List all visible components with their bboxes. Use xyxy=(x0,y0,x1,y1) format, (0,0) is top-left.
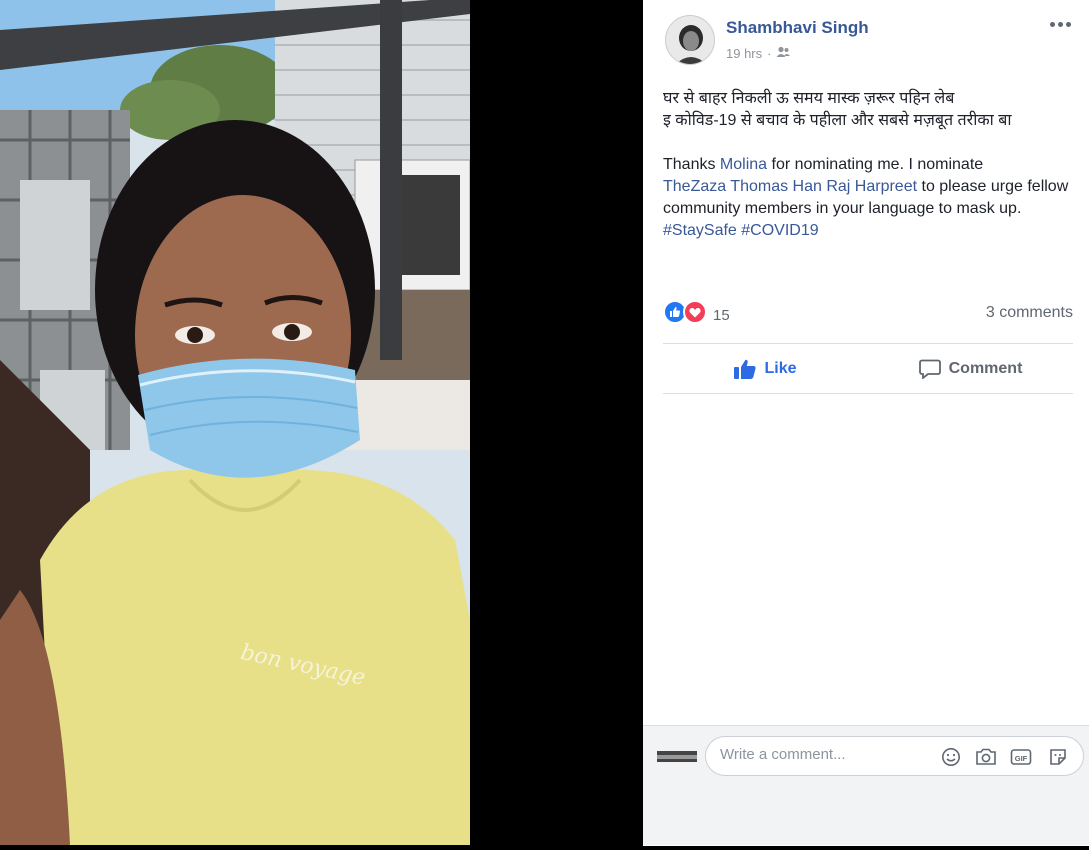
reaction-bar: 15 3 comments xyxy=(663,298,1073,328)
comment-box: GIF xyxy=(705,736,1084,776)
reaction-count[interactable]: 15 xyxy=(713,307,730,324)
author-name[interactable]: Shambhavi Singh xyxy=(726,18,869,38)
divider xyxy=(663,343,1073,344)
more-options-icon[interactable] xyxy=(1045,14,1075,34)
comments-count[interactable]: 3 comments xyxy=(986,304,1073,322)
friends-icon[interactable] xyxy=(776,46,791,61)
hashtag-covid19[interactable]: #COVID19 xyxy=(741,222,818,239)
like-button[interactable]: Like xyxy=(663,345,868,393)
mention-nominator[interactable]: Molina xyxy=(720,156,767,173)
post-panel: Shambhavi Singh 19 hrs · घर से बाहर निकल… xyxy=(643,0,1089,846)
post-text-paragraph: Thanks Molina for nominating me. I nomin… xyxy=(663,154,1073,242)
camera-icon[interactable] xyxy=(974,745,998,769)
post-text-line-1: घर से बाहर निकली ऊ समय मास्क ज़रूर पहिन … xyxy=(663,90,955,107)
post-photo[interactable]: bon voyage xyxy=(0,0,470,845)
svg-text:GIF: GIF xyxy=(1015,754,1028,763)
author-avatar[interactable] xyxy=(665,15,715,65)
emoji-icon[interactable] xyxy=(939,745,963,769)
comment-input[interactable] xyxy=(720,746,920,763)
action-bar: Like Comment xyxy=(663,345,1073,393)
gif-icon[interactable]: GIF xyxy=(1009,745,1033,769)
comment-composer: GIF xyxy=(643,725,1089,845)
like-label: Like xyxy=(764,360,797,377)
divider xyxy=(663,393,1073,394)
comment-bubble-icon xyxy=(918,359,941,379)
comment-label: Comment xyxy=(948,360,1023,377)
post-text-line-2: इ कोविड-19 से बचाव के पहीला और सबसे मज़ब… xyxy=(663,112,1012,129)
separator-dot: · xyxy=(767,46,772,61)
love-reaction-icon xyxy=(683,300,707,324)
sticker-icon[interactable] xyxy=(1046,745,1070,769)
selfie-image: bon voyage xyxy=(0,0,470,845)
post-timestamp[interactable]: 19 hrs xyxy=(726,46,762,61)
photo-viewer: bon voyage xyxy=(0,0,643,850)
post-header: Shambhavi Singh 19 hrs · xyxy=(643,0,1089,80)
post-text: घर से बाहर निकली ऊ समय मास्क ज़रूर पहिन … xyxy=(663,88,1073,242)
post-meta: 19 hrs · xyxy=(726,46,791,61)
reaction-icons[interactable] xyxy=(663,300,709,324)
hashtag-staysafe[interactable]: #StaySafe xyxy=(663,222,737,239)
comment-button[interactable]: Comment xyxy=(868,345,1073,393)
thanks-prefix: Thanks xyxy=(663,156,720,173)
thumbs-up-icon xyxy=(734,359,757,379)
mention-nominees[interactable]: TheZaza Thomas Han Raj Harpreet xyxy=(663,178,917,195)
thanks-mid: for nominating me. I nominate xyxy=(767,156,984,173)
commenter-avatar[interactable] xyxy=(657,750,697,762)
